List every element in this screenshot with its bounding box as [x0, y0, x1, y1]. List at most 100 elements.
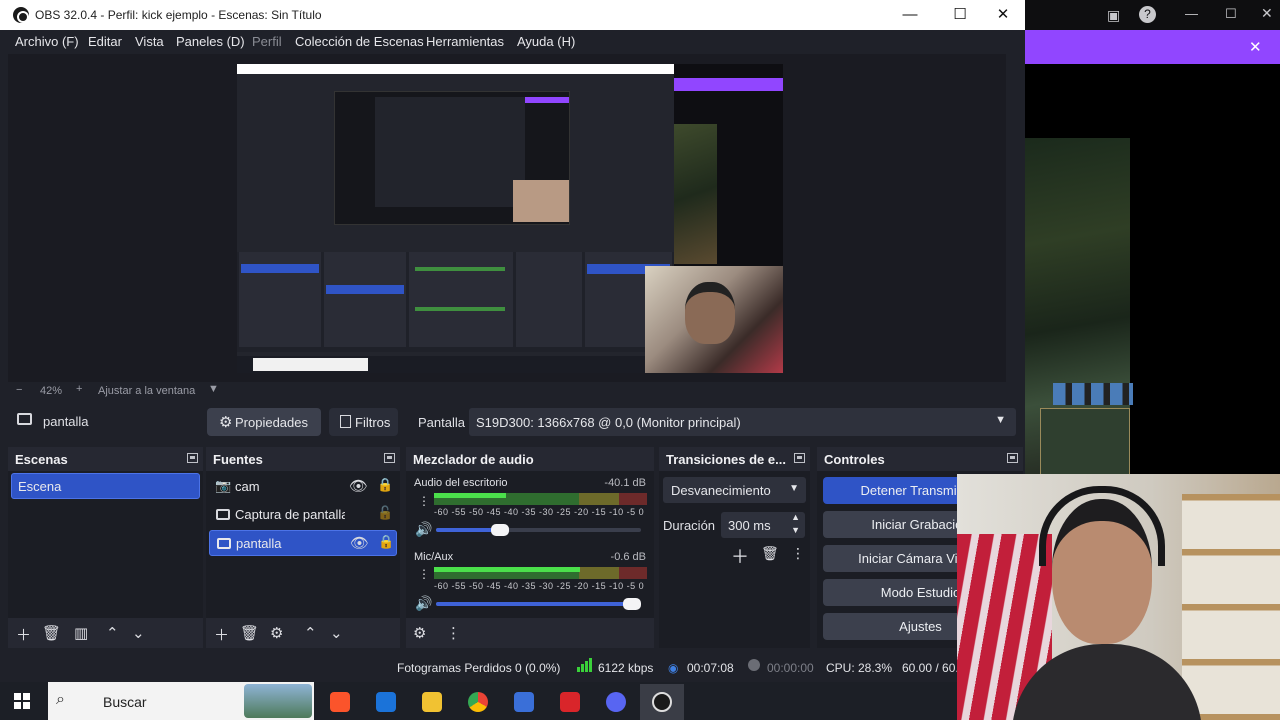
source-item-pantalla[interactable]: pantalla 👁 🔒: [209, 530, 397, 556]
menu-ayuda[interactable]: Ayuda (H): [517, 34, 575, 49]
nested-title-bar: [237, 64, 674, 74]
file-explorer-icon[interactable]: [422, 692, 442, 712]
source-item-captura[interactable]: Captura de pantalla 🔓: [209, 502, 397, 528]
transition-select[interactable]: Desvanecimiento ▼: [663, 477, 806, 503]
stepper-up-icon[interactable]: ▲: [791, 512, 800, 522]
scenes-title: Escenas: [15, 452, 68, 467]
add-icon[interactable]: ＋: [731, 543, 749, 569]
source-item-cam[interactable]: 📷 cam 👁 🔒: [209, 474, 397, 500]
display-select[interactable]: S19D300: 1366x768 @ 0,0 (Monitor princip…: [469, 408, 1016, 436]
taskbar-search[interactable]: ⌕ Buscar: [48, 682, 314, 720]
duration-input[interactable]: 300 ms ▲ ▼: [721, 512, 805, 538]
add-icon[interactable]: ＋: [214, 624, 229, 645]
microsoft-store-icon[interactable]: [514, 692, 534, 712]
stepper-down-icon[interactable]: ▼: [791, 525, 800, 535]
channel-name: Mic/Aux: [414, 551, 454, 563]
close-icon[interactable]: ✕: [1249, 38, 1262, 56]
zoom-out-icon[interactable]: −: [16, 384, 22, 396]
trash-icon[interactable]: 🗑: [42, 624, 61, 642]
audio-meter: [434, 567, 647, 579]
close-icon[interactable]: ✕: [980, 0, 1025, 30]
search-icon: ⌕: [56, 691, 65, 708]
close-icon[interactable]: ✕: [1261, 5, 1273, 22]
trash-icon[interactable]: 🗑: [761, 545, 779, 562]
discord-icon[interactable]: [606, 692, 626, 712]
nested-webcam: [645, 266, 783, 373]
outlook-icon[interactable]: [376, 692, 396, 712]
menu-editar[interactable]: Editar: [88, 34, 122, 49]
fit-to-window[interactable]: Ajustar a la ventana: [98, 385, 195, 397]
menu-archivo[interactable]: Archivo (F): [15, 34, 79, 49]
brave-browser-icon[interactable]: [330, 692, 350, 712]
filters-button[interactable]: Filtros: [329, 408, 398, 436]
scene-item-label: Escena: [18, 479, 62, 494]
kebab-menu-icon[interactable]: ⋮: [791, 545, 805, 562]
webcam-feed: [957, 474, 1280, 720]
transitions-dock: Transiciones de e... Desvanecimiento ▼ D…: [659, 447, 810, 648]
chrome-icon[interactable]: [468, 692, 488, 712]
kebab-menu-icon[interactable]: ⋮: [446, 624, 461, 642]
properties-button[interactable]: ⚙ Propiedades: [207, 408, 321, 436]
maximize-icon[interactable]: ☐: [1225, 6, 1237, 22]
add-icon[interactable]: ＋: [16, 624, 31, 645]
nested-twitch-bar: [674, 78, 783, 91]
properties-label: Propiedades: [235, 415, 308, 430]
maximize-icon[interactable]: ☐: [937, 0, 983, 30]
kebab-menu-icon[interactable]: ⋮: [418, 567, 430, 581]
zoom-in-icon[interactable]: +: [76, 383, 82, 395]
move-down-icon[interactable]: ⌄: [330, 624, 343, 642]
menu-perfil[interactable]: Perfil: [252, 34, 282, 49]
undock-icon[interactable]: [384, 453, 395, 463]
minimize-icon[interactable]: —: [887, 0, 933, 30]
help-icon[interactable]: ?: [1139, 6, 1156, 23]
minimize-icon[interactable]: —: [1185, 6, 1198, 21]
volume-slider[interactable]: [436, 524, 641, 536]
filter-icon[interactable]: ▥: [74, 624, 88, 642]
zoom-dropdown-icon[interactable]: ▼: [208, 383, 219, 395]
menu-herramientas[interactable]: Herramientas: [426, 34, 504, 49]
transitions-title: Transiciones de e...: [666, 452, 786, 467]
undock-icon[interactable]: [1007, 453, 1018, 463]
browser-topbar: ▣ ? — ☐ ✕: [1025, 0, 1280, 30]
move-up-icon[interactable]: ⌃: [304, 624, 317, 642]
scene-item[interactable]: Escena: [11, 473, 200, 499]
menu-paneles[interactable]: Paneles (D): [176, 34, 245, 49]
channel-db: -0.6 dB: [610, 551, 646, 563]
nested-taskbar: [237, 356, 674, 373]
zoom-bar: − 42% + Ajustar a la ventana ▼: [8, 382, 1006, 400]
eye-icon[interactable]: 👁: [350, 534, 369, 552]
undock-icon[interactable]: [187, 453, 198, 463]
undock-icon[interactable]: [794, 453, 805, 463]
speaker-icon[interactable]: 🔊: [415, 595, 432, 612]
unlock-icon[interactable]: 🔓: [377, 505, 393, 521]
obs-taskbar-icon[interactable]: [652, 692, 672, 712]
title-bar: OBS 32.0.4 - Perfil: kick ejemplo - Esce…: [0, 0, 1025, 30]
source-label: cam: [235, 479, 260, 494]
lock-icon[interactable]: 🔒: [378, 534, 394, 550]
windows-start-icon[interactable]: [14, 693, 30, 709]
nested-preview: [334, 91, 570, 225]
search-highlight-image: [244, 684, 312, 718]
chevron-down-icon: ▼: [995, 414, 1006, 426]
gear-icon[interactable]: ⚙: [270, 624, 283, 642]
eye-icon[interactable]: 👁: [349, 477, 368, 495]
scenes-dock: Escenas Escena ＋ 🗑 ▥ ⌃ ⌄: [8, 447, 203, 648]
window-icon[interactable]: ▣: [1107, 7, 1120, 24]
obs-window: OBS 32.0.4 - Perfil: kick ejemplo - Esce…: [0, 0, 1025, 682]
move-down-icon[interactable]: ⌄: [132, 624, 145, 642]
chevron-down-icon: ▼: [789, 483, 799, 494]
gear-icon[interactable]: ⚙: [413, 624, 426, 642]
lock-icon[interactable]: 🔒: [377, 477, 393, 493]
menu-vista[interactable]: Vista: [135, 34, 164, 49]
speaker-icon[interactable]: 🔊: [415, 521, 432, 538]
notification-bar: ✕: [1025, 30, 1280, 64]
channel-name: Audio del escritorio: [414, 477, 508, 489]
duration-value: 300 ms: [728, 518, 771, 533]
kebab-menu-icon[interactable]: ⋮: [418, 494, 430, 508]
move-up-icon[interactable]: ⌃: [106, 624, 119, 642]
volume-slider[interactable]: [436, 598, 641, 610]
preview-canvas[interactable]: [237, 64, 783, 373]
menu-coleccion-escenas[interactable]: Colección de Escenas: [295, 34, 424, 49]
wps-office-icon[interactable]: [560, 692, 580, 712]
trash-icon[interactable]: 🗑: [240, 624, 259, 642]
